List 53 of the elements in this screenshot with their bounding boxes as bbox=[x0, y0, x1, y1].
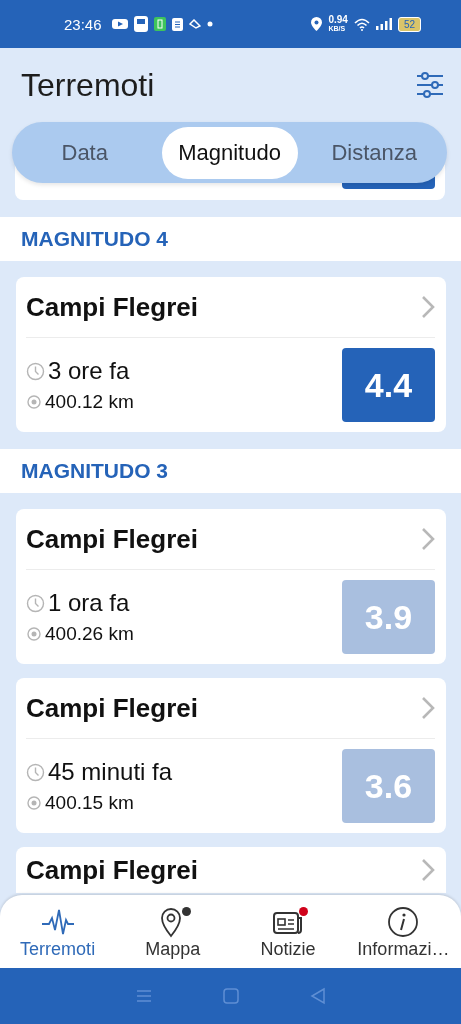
chevron-right-icon bbox=[421, 527, 435, 551]
magnitude-badge: 3.9 bbox=[342, 580, 435, 654]
magnitude-badge: 3.6 bbox=[342, 749, 435, 823]
sort-tab[interactable]: Magnitudo bbox=[161, 126, 298, 179]
target-icon bbox=[26, 626, 42, 642]
clock-time: 23:46 bbox=[64, 15, 102, 33]
place-name: Campi Flegrei bbox=[26, 523, 198, 555]
clock-icon bbox=[26, 361, 45, 381]
place-name: Campi Flegrei bbox=[26, 854, 198, 886]
clock-icon bbox=[26, 762, 45, 782]
chevron-right-icon bbox=[421, 295, 435, 319]
nav-tab[interactable]: Terremoti bbox=[0, 895, 116, 968]
menu-icon[interactable] bbox=[134, 988, 153, 1004]
earthquake-card[interactable]: Campi Flegrei 45 minuti fa 400.15 km 3.6 bbox=[16, 678, 446, 833]
section-heading: MAGNITUDO 4 bbox=[21, 227, 168, 251]
pulse-icon bbox=[40, 907, 75, 937]
earthquake-card[interactable]: Campi Flegrei 3 ore fa 400.12 km 4.4 bbox=[16, 277, 446, 432]
distance-text: 400.12 km bbox=[45, 391, 134, 413]
nav-tab[interactable]: Mappa bbox=[115, 895, 231, 968]
battery-app-icon bbox=[153, 17, 166, 31]
nav-tab[interactable]: Notizie bbox=[230, 895, 346, 968]
chevron-right-icon bbox=[421, 858, 435, 882]
wifi-icon bbox=[353, 17, 370, 31]
distance-text: 400.26 km bbox=[45, 623, 134, 645]
back-icon[interactable] bbox=[308, 987, 327, 1005]
sort-tab[interactable]: Data bbox=[16, 126, 154, 179]
place-name: Campi Flegrei bbox=[26, 692, 198, 724]
dot-icon bbox=[206, 21, 213, 27]
location-icon bbox=[311, 17, 323, 31]
speed-value: 0.94 bbox=[328, 15, 348, 24]
place-name: Campi Flegrei bbox=[26, 291, 198, 323]
earthquake-card[interactable]: Campi Flegrei bbox=[16, 847, 446, 893]
signal-icon bbox=[375, 18, 392, 30]
info-icon bbox=[387, 906, 420, 938]
sort-tab[interactable]: Distanza bbox=[305, 126, 443, 179]
nav-tab[interactable]: Informazi… bbox=[345, 895, 461, 968]
play-icon bbox=[111, 18, 128, 30]
home-icon[interactable] bbox=[221, 987, 240, 1005]
page-title: Terremoti bbox=[21, 66, 155, 104]
battery-indicator: 52 bbox=[397, 16, 421, 32]
target-icon bbox=[26, 394, 42, 410]
target-icon bbox=[26, 795, 42, 811]
sliders-icon[interactable] bbox=[416, 72, 444, 98]
time-ago: 45 minuti fa bbox=[48, 758, 173, 786]
magnitude-badge: 4.4 bbox=[342, 348, 435, 422]
time-ago: 3 ore fa bbox=[48, 357, 130, 385]
distance-text: 400.15 km bbox=[45, 792, 134, 814]
clock-icon bbox=[26, 593, 45, 613]
earthquake-card[interactable]: Campi Flegrei 1 ora fa 400.26 km 3.9 bbox=[16, 509, 446, 664]
section-heading: MAGNITUDO 3 bbox=[21, 459, 168, 483]
document-icon bbox=[171, 17, 183, 31]
time-ago: 1 ora fa bbox=[48, 589, 130, 617]
chevron-right-icon bbox=[421, 696, 435, 720]
